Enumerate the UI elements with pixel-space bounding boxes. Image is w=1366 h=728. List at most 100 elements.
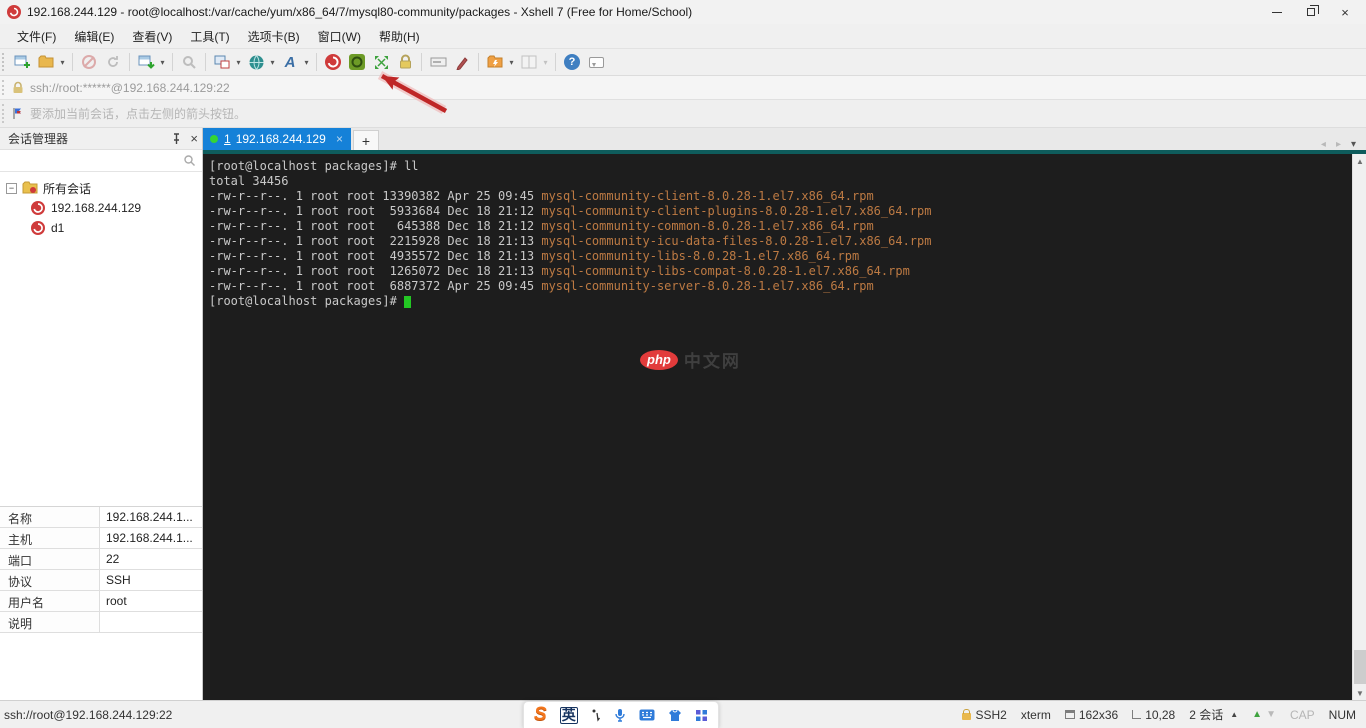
scroll-up-icon[interactable]: ▲ bbox=[1353, 154, 1366, 168]
menu-help[interactable]: 帮助(H) bbox=[370, 25, 429, 48]
ime-skin-icon[interactable] bbox=[668, 709, 682, 722]
toolbar: ▾ ▾ ▾ ▾ A ▾ ▾ ▾ ? bbox=[0, 48, 1366, 76]
transfer-upload-icon[interactable]: ▲ bbox=[1252, 709, 1262, 720]
encoding-dropdown-icon[interactable]: ▾ bbox=[268, 58, 277, 67]
address-lock-icon bbox=[13, 81, 23, 93]
connected-status-icon bbox=[210, 135, 218, 143]
menu-window[interactable]: 窗口(W) bbox=[309, 25, 370, 48]
font-dropdown-icon[interactable]: ▾ bbox=[302, 58, 311, 67]
feedback-bubble-icon[interactable] bbox=[585, 51, 607, 73]
status-cursor-position: 10,28 bbox=[1132, 708, 1175, 722]
close-button[interactable]: × bbox=[1328, 1, 1362, 23]
quick-commands-dropdown-icon[interactable]: ▾ bbox=[507, 58, 516, 67]
scroll-down-icon[interactable]: ▼ bbox=[1353, 686, 1366, 700]
encryption-lock-icon bbox=[962, 708, 972, 720]
terminal-scrollbar[interactable]: ▲ ▼ bbox=[1352, 154, 1366, 700]
tree-node-label[interactable]: 192.168.244.129 bbox=[51, 201, 141, 215]
menu-tab[interactable]: 选项卡(B) bbox=[239, 25, 309, 48]
xftp-icon[interactable] bbox=[346, 51, 368, 73]
screen-size-icon bbox=[1064, 710, 1075, 719]
tree-node-label[interactable]: 所有会话 bbox=[43, 180, 91, 197]
sogou-logo-icon[interactable]: S bbox=[534, 704, 547, 726]
menu-file[interactable]: 文件(F) bbox=[8, 25, 65, 48]
terminal-prompt-line: [root@localhost packages]# bbox=[209, 294, 1352, 309]
php-logo: php bbox=[640, 349, 678, 370]
terminal-screen[interactable]: [root@localhost packages]# ll total 3445… bbox=[203, 154, 1352, 700]
tab-scroll-left-icon: ◂ bbox=[1320, 139, 1326, 150]
session-search-row bbox=[0, 150, 202, 172]
duplicate-session-icon[interactable] bbox=[135, 51, 157, 73]
session-manager-panel: 会话管理器 × − 所有会话 192.168.244.129 d1 名称 192… bbox=[0, 128, 203, 700]
font-icon[interactable]: A bbox=[279, 51, 301, 73]
minimize-button[interactable] bbox=[1260, 1, 1294, 23]
tab-layout-dropdown-icon[interactable]: ▾ bbox=[234, 58, 243, 67]
session-url[interactable]: ssh://root:******@192.168.244.129:22 bbox=[30, 81, 230, 95]
new-session-icon[interactable] bbox=[11, 51, 33, 73]
open-session-dropdown-icon[interactable]: ▾ bbox=[58, 58, 67, 67]
status-terminal-type[interactable]: xterm bbox=[1021, 708, 1051, 722]
session-tree: − 所有会话 192.168.244.129 d1 bbox=[0, 172, 202, 506]
property-row-name: 名称 192.168.244.1... bbox=[0, 507, 202, 528]
pin-icon[interactable] bbox=[171, 132, 182, 145]
ime-pen-icon[interactable] bbox=[591, 708, 601, 722]
tab-list-dropdown-icon[interactable]: ▾ bbox=[1351, 139, 1356, 150]
menu-tools[interactable]: 工具(T) bbox=[181, 25, 238, 48]
new-tab-button[interactable]: + bbox=[353, 130, 379, 150]
address-bar: ssh://root:******@192.168.244.129:22 bbox=[0, 76, 1366, 100]
help-icon[interactable]: ? bbox=[561, 51, 583, 73]
terminal-pane: 1 192.168.244.129 × + ◂ ▸ ▾ [root@localh… bbox=[203, 128, 1366, 700]
tree-node-label[interactable]: d1 bbox=[51, 221, 64, 235]
session-search-input[interactable] bbox=[6, 153, 183, 168]
status-encryption: SSH2 bbox=[962, 708, 1007, 722]
collapse-icon[interactable]: − bbox=[6, 182, 17, 194]
property-row-host: 主机 192.168.244.1... bbox=[0, 528, 202, 549]
status-connection-url: ssh://root@192.168.244.129:22 bbox=[4, 707, 173, 722]
menu-edit[interactable]: 编辑(E) bbox=[65, 25, 123, 48]
split-window-icon bbox=[518, 51, 540, 73]
quick-commands-icon[interactable] bbox=[484, 51, 506, 73]
window-title: 192.168.244.129 - root@localhost:/var/ca… bbox=[27, 5, 693, 19]
status-session-count[interactable]: 2 会话 ▲ bbox=[1189, 706, 1238, 723]
xshell-window: 192.168.244.129 - root@localhost:/var/ca… bbox=[0, 0, 1366, 728]
notice-bar: 要添加当前会话，点击左侧的箭头按钮。 bbox=[0, 100, 1366, 128]
session-icon bbox=[31, 201, 45, 215]
tree-node-session[interactable]: 192.168.244.129 bbox=[6, 198, 202, 218]
tab-layout-icon[interactable] bbox=[211, 51, 233, 73]
search-icon[interactable] bbox=[183, 154, 196, 167]
duplicate-session-dropdown-icon[interactable]: ▾ bbox=[158, 58, 167, 67]
menu-view[interactable]: 查看(V) bbox=[123, 25, 181, 48]
ime-language-mode[interactable]: 英 bbox=[559, 706, 578, 724]
panel-close-icon[interactable]: × bbox=[190, 131, 198, 146]
terminal-line: -rw-r--r--. 1 root root 5933684 Dec 18 2… bbox=[209, 204, 932, 218]
tree-node-session[interactable]: d1 bbox=[6, 218, 202, 238]
tab-close-icon[interactable]: × bbox=[336, 132, 343, 146]
fullscreen-icon[interactable] bbox=[370, 51, 392, 73]
highlight-pen-icon[interactable] bbox=[451, 51, 473, 73]
ime-toolbar[interactable]: S 英 bbox=[523, 701, 719, 728]
reconnect-icon bbox=[102, 51, 124, 73]
lock-icon[interactable] bbox=[394, 51, 416, 73]
session-count-dropdown-icon[interactable]: ▲ bbox=[1230, 710, 1238, 719]
menu-bar: 文件(F) 编辑(E) 查看(V) 工具(T) 选项卡(B) 窗口(W) 帮助(… bbox=[0, 24, 1366, 48]
scrollbar-thumb[interactable] bbox=[1354, 650, 1366, 684]
ime-toolbox-icon[interactable] bbox=[695, 709, 708, 722]
sessions-folder-icon bbox=[22, 181, 38, 194]
watermark-text: 中文网 bbox=[683, 352, 741, 371]
transfer-download-icon: ▼ bbox=[1266, 709, 1276, 720]
ime-keyboard-icon[interactable] bbox=[639, 709, 655, 721]
tab-bar: 1 192.168.244.129 × + ◂ ▸ ▾ bbox=[203, 128, 1366, 150]
property-row-description: 说明 bbox=[0, 612, 202, 633]
php-cn-watermark: php 中文网 bbox=[640, 347, 741, 372]
tab-active-session[interactable]: 1 192.168.244.129 × bbox=[203, 128, 351, 150]
compose-bar-icon[interactable] bbox=[427, 51, 449, 73]
notice-message: 要添加当前会话，点击左侧的箭头按钮。 bbox=[30, 107, 247, 121]
open-session-icon[interactable] bbox=[35, 51, 57, 73]
ime-microphone-icon[interactable] bbox=[614, 708, 626, 723]
xshell-icon[interactable] bbox=[322, 51, 344, 73]
tree-node-all-sessions[interactable]: − 所有会话 bbox=[6, 178, 202, 198]
encoding-globe-icon[interactable] bbox=[245, 51, 267, 73]
restore-button[interactable] bbox=[1294, 1, 1328, 23]
terminal-line: [root@localhost packages]# ll bbox=[209, 159, 419, 173]
xshell-app-icon bbox=[7, 5, 21, 19]
disconnect-icon bbox=[78, 51, 100, 73]
